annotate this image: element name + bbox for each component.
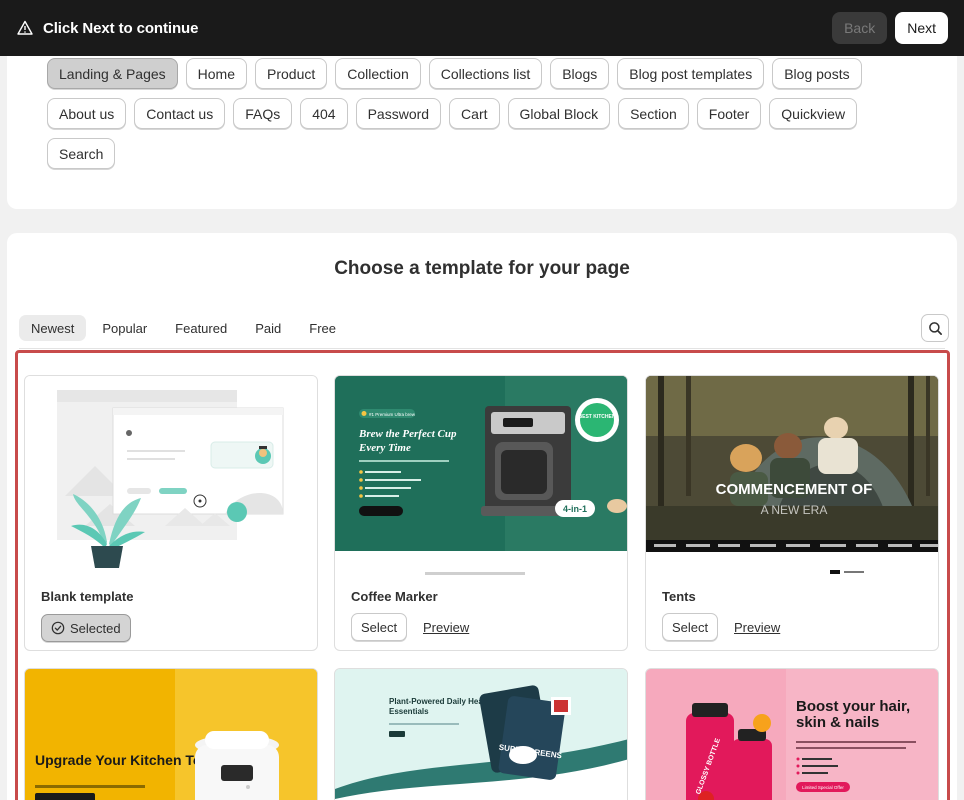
beauty-thumbnail: GLOSSY BOTTLE Boost your hair, skin & na… [646, 669, 938, 800]
preview-link[interactable]: Preview [423, 620, 469, 635]
tab-featured[interactable]: Featured [163, 315, 239, 341]
page-type-chip[interactable]: Blogs [550, 58, 610, 89]
onboarding-title: Click Next to continue [43, 19, 199, 37]
template-name: Tents [662, 589, 696, 604]
tents-subline: A NEW ERA [761, 503, 828, 517]
select-button[interactable]: Select [351, 613, 408, 641]
page-type-chip[interactable]: Blog post templates [617, 58, 765, 89]
tab-popular[interactable]: Popular [90, 315, 159, 341]
tab-newest[interactable]: Newest [19, 315, 87, 341]
preview-link[interactable]: Preview [734, 620, 780, 635]
template-thumbnail: GLOSSY BOTTLE Boost your hair, skin & na… [646, 669, 938, 800]
page-type-chip[interactable]: Blog posts [772, 58, 862, 89]
template-card-blank[interactable]: Blank template Selected [24, 375, 318, 651]
page-title: Choose a template for your page [334, 258, 630, 279]
template-card-coffee-marker[interactable]: #1 Premium Ultra brew Brew the Perfect C… [334, 375, 628, 651]
page-type-chip[interactable]: Collections list [428, 58, 543, 89]
svg-text:Brew the Perfect Cup: Brew the Perfect Cup [358, 428, 457, 440]
template-picker-card: Choose a template for your page Newest Po… [7, 233, 957, 800]
template-thumbnail: Upgrade Your Kitchen Today! [25, 669, 317, 800]
page-type-chip[interactable]: Quickview [769, 98, 858, 129]
template-name: Blank template [41, 589, 134, 604]
top-bar: Click Next to continue Back Next [0, 0, 964, 56]
page-type-chips: Landing & Pages Home Product Collection Coll… [47, 58, 907, 169]
blank-template-illustration [57, 390, 284, 568]
coffee-thumbnail: #1 Premium Ultra brew Brew the Perfect C… [335, 376, 627, 577]
sort-tabs: Newest Popular Featured Paid Free [19, 315, 348, 341]
page-type-chip[interactable]: Password [355, 98, 442, 129]
page-type-chip[interactable]: Footer [696, 98, 762, 129]
next-button[interactable]: Next [895, 12, 948, 44]
template-thumbnail: Plant-Powered Daily Health Essentials SU… [335, 669, 627, 800]
template-thumbnail: #1 Premium Ultra brew Brew the Perfect C… [335, 376, 627, 577]
tab-paid[interactable]: Paid [243, 315, 293, 341]
divider [19, 348, 945, 349]
beauty-cta: Limited Special Offer [802, 785, 844, 790]
search-icon [928, 321, 942, 335]
select-button[interactable]: Select [662, 613, 719, 641]
template-thumbnail: COMMENCEMENT OF A NEW ERA [646, 376, 938, 577]
template-card-kitchen[interactable]: Upgrade Your Kitchen Today! [24, 668, 318, 800]
page-type-chip[interactable]: FAQs [233, 98, 293, 129]
selected-button[interactable]: Selected [41, 614, 131, 642]
coffee-badge-text: #1 Premium Ultra brew [369, 412, 416, 417]
page-type-card: Landing & Pages Home Product Collection Coll… [7, 56, 957, 209]
page-type-chip[interactable]: Collection [335, 58, 421, 89]
back-button[interactable]: Back [832, 12, 888, 44]
page-type-chip[interactable]: Section [618, 98, 689, 129]
page-type-chip[interactable]: 404 [300, 98, 348, 129]
page-type-chip[interactable]: Search [47, 138, 116, 169]
page-type-chip[interactable]: Home [185, 58, 247, 89]
search-button[interactable] [921, 314, 949, 342]
tab-free[interactable]: Free [297, 315, 348, 341]
page-type-chip[interactable]: Landing & Pages [47, 58, 178, 89]
template-thumbnail [25, 376, 317, 577]
page-type-chip[interactable]: Product [255, 58, 328, 89]
tents-thumbnail: COMMENCEMENT OF A NEW ERA [646, 376, 938, 577]
template-card-greens[interactable]: Plant-Powered Daily Health Essentials SU… [334, 668, 628, 800]
svg-text:Every Time: Every Time [358, 442, 411, 454]
check-circle-icon [51, 621, 65, 635]
warning-icon [17, 20, 33, 35]
template-name: Coffee Marker [351, 589, 438, 604]
beauty-headline: Boost your hair, skin & nails [796, 699, 911, 731]
coffee-seal-text: BEST KITCHEN [579, 414, 616, 420]
template-card-beauty[interactable]: GLOSSY BOTTLE Boost your hair, skin & na… [645, 668, 939, 800]
page-type-chip[interactable]: About us [47, 98, 127, 129]
kitchen-thumbnail: Upgrade Your Kitchen Today! [25, 669, 317, 800]
greens-thumbnail: Plant-Powered Daily Health Essentials SU… [335, 669, 627, 800]
page-type-chip[interactable]: Global Block [507, 98, 611, 129]
selected-label: Selected [70, 620, 121, 636]
page-type-chip[interactable]: Contact us [134, 98, 226, 129]
coffee-tag-text: 4-in-1 [563, 504, 587, 514]
tents-headline: COMMENCEMENT OF [716, 481, 873, 498]
template-card-tents[interactable]: COMMENCEMENT OF A NEW ERA Tents Select P… [645, 375, 939, 651]
page-type-chip[interactable]: Cart [449, 98, 500, 129]
